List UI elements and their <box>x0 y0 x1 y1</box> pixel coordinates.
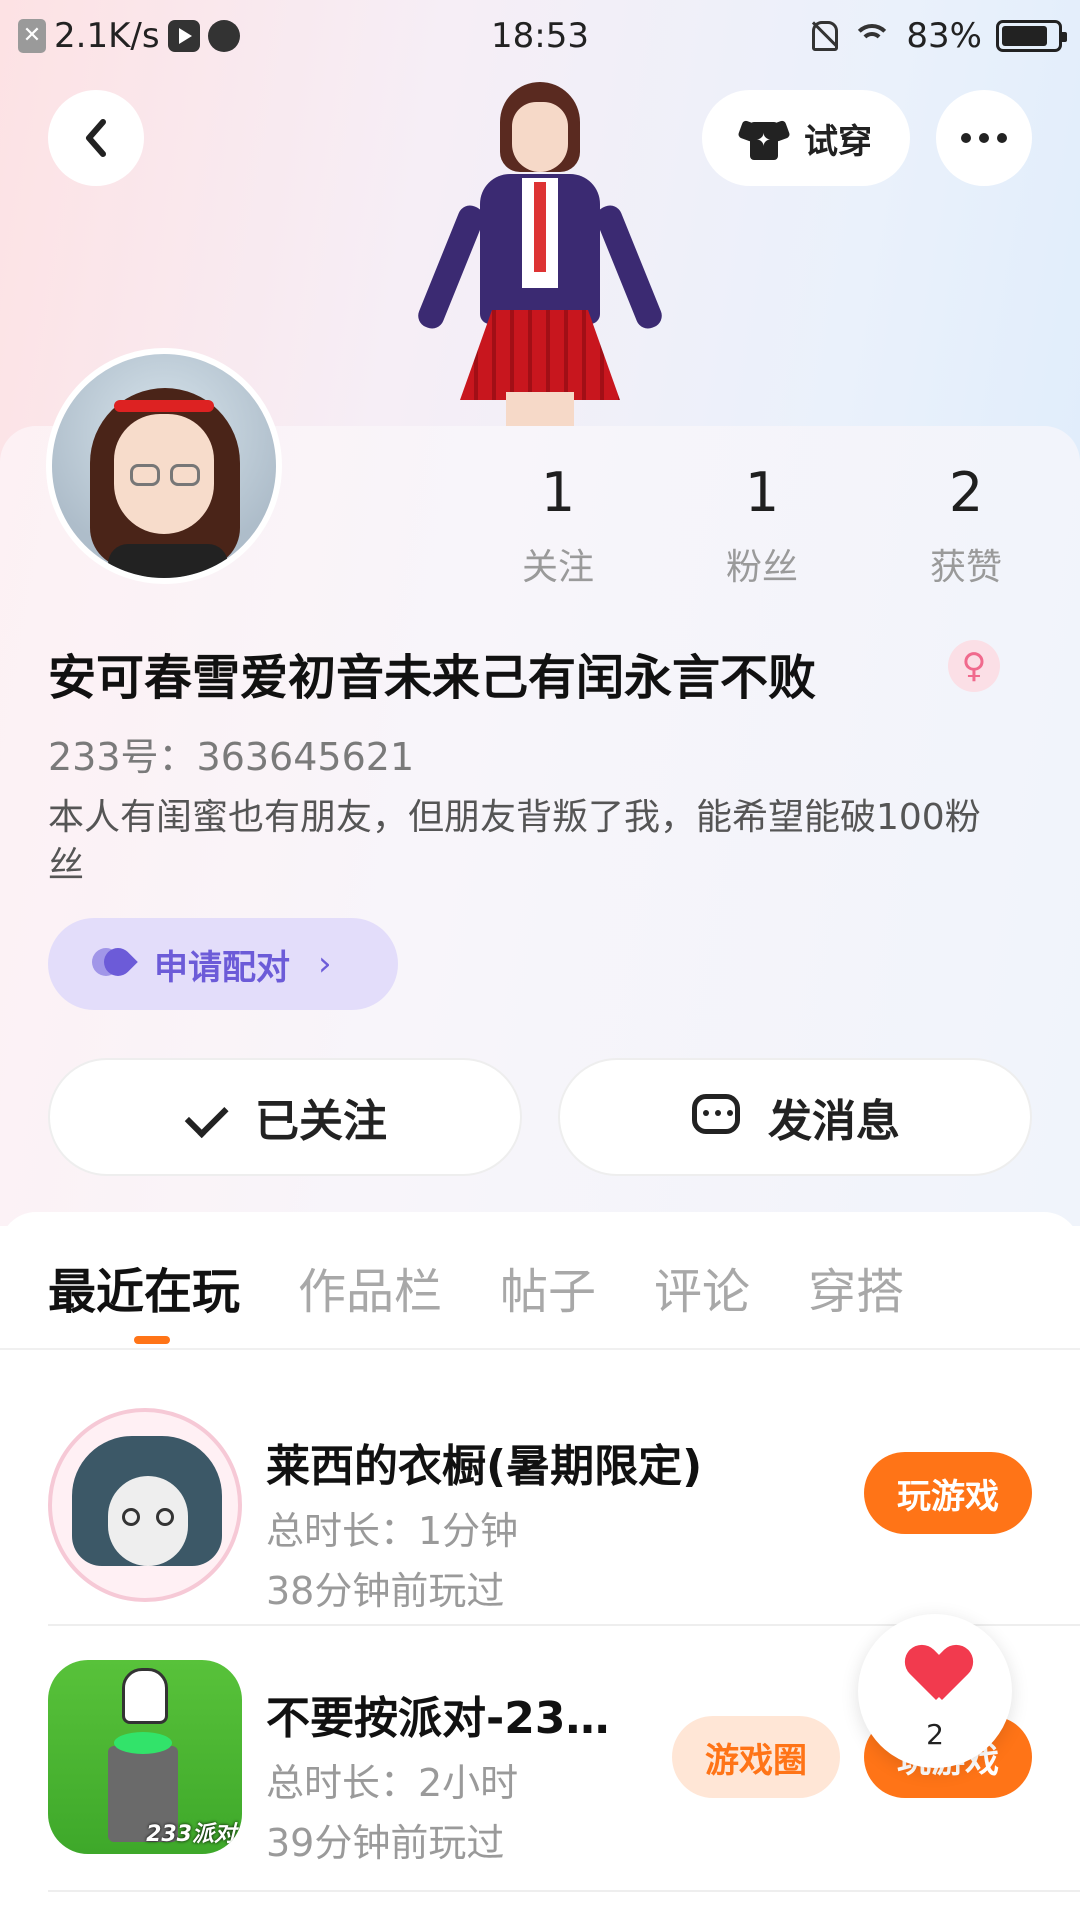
more-dots-icon <box>961 133 971 143</box>
play-game-button[interactable]: 玩游戏 <box>864 1452 1032 1534</box>
back-button[interactable] <box>48 90 144 186</box>
play-duration: 总时长：2小时 <box>266 1761 519 1805</box>
battery-percent: 83% <box>906 16 982 56</box>
following-label: 关注 <box>521 547 594 588</box>
avatar[interactable] <box>46 348 282 584</box>
tab-bar: 最近在玩 作品栏 帖子 评论 穿搭 <box>48 1252 904 1322</box>
user-id[interactable]: 233号：363645621 <box>48 726 414 781</box>
game-title: 不要按派对-23… <box>266 1693 610 1744</box>
tab-outfits[interactable]: 穿搭 <box>808 1252 904 1322</box>
tab-works[interactable]: 作品栏 <box>298 1252 442 1322</box>
female-gender-icon: ♀ <box>948 640 1000 692</box>
try-on-button[interactable]: ✦ 试穿 <box>702 90 910 186</box>
mute-bell-icon <box>808 19 839 53</box>
username: 安可春雪爱初音未来己有闰永言不败 <box>48 650 817 706</box>
game-icon-label: 233派对 <box>146 1822 236 1847</box>
pair-label: 申请配对 <box>154 947 290 988</box>
last-played: 39分钟前玩过 <box>266 1821 505 1865</box>
avatar-3d-model[interactable] <box>414 82 666 432</box>
game-icon[interactable]: 233派对 <box>48 1660 242 1854</box>
double-heart-icon <box>86 942 138 984</box>
game-list-item[interactable]: 莱西的衣橱(暑期限定) 总时长：1分钟 38分钟前玩过 玩游戏 <box>48 1408 1080 1613</box>
active-tab-indicator <box>134 1336 170 1344</box>
more-options-button[interactable] <box>936 90 1032 186</box>
play-duration: 总时长：1分钟 <box>266 1509 519 1553</box>
shirt-icon: ✦ <box>737 116 791 160</box>
request-pair-button[interactable]: 申请配对 › <box>48 918 398 1010</box>
divider <box>0 1348 1080 1350</box>
last-played: 38分钟前玩过 <box>266 1569 505 1613</box>
status-bar: ✕ 2.1K/s 18:53 83% <box>0 0 1080 78</box>
followers-count: 1 <box>744 461 780 524</box>
heart-icon <box>908 1646 964 1702</box>
likes-label: 获赞 <box>929 547 1002 588</box>
battery-icon <box>996 20 1067 52</box>
chevron-right-icon: › <box>318 944 332 984</box>
followed-button[interactable]: 已关注 <box>48 1058 522 1176</box>
like-float-button[interactable]: 2 <box>858 1614 1012 1768</box>
likes-count: 2 <box>948 461 984 524</box>
send-message-button[interactable]: 发消息 <box>558 1058 1032 1176</box>
bio: 本人有闺蜜也有朋友，但朋友背叛了我，能希望能破100粉丝 <box>48 797 981 886</box>
following-count: 1 <box>540 461 576 524</box>
tab-posts[interactable]: 帖子 <box>500 1252 596 1322</box>
tab-recently-played[interactable]: 最近在玩 <box>48 1252 240 1322</box>
game-icon[interactable] <box>48 1408 242 1602</box>
game-circle-button[interactable]: 游戏圈 <box>672 1716 840 1798</box>
stat-following[interactable]: 1 关注 <box>488 460 628 590</box>
wifi-icon <box>852 20 893 52</box>
game-title: 莱西的衣橱(暑期限定) <box>266 1441 703 1492</box>
like-count: 2 <box>926 1718 944 1751</box>
followers-label: 粉丝 <box>725 547 798 588</box>
tab-comments[interactable]: 评论 <box>654 1252 750 1322</box>
message-label: 发消息 <box>768 1096 900 1147</box>
stat-likes[interactable]: 2 获赞 <box>896 460 1036 590</box>
chat-bubble-icon <box>690 1092 742 1142</box>
check-icon <box>183 1100 229 1134</box>
divider <box>48 1890 1080 1892</box>
try-on-label: 试穿 <box>804 121 872 162</box>
follow-label: 已关注 <box>255 1096 387 1147</box>
chevron-left-icon <box>86 119 106 157</box>
stat-followers[interactable]: 1 粉丝 <box>692 460 832 590</box>
